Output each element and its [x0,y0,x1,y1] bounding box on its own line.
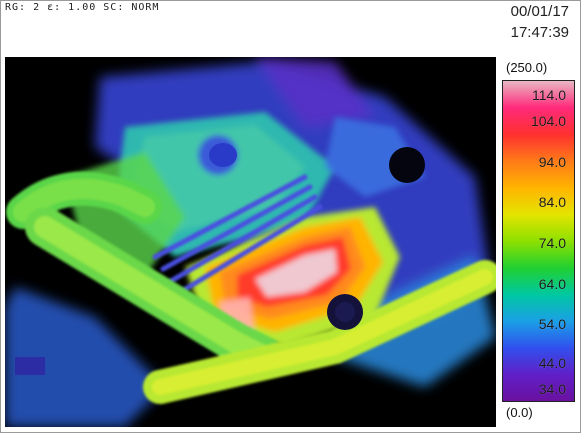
tick-label-84: 84.0 [538,194,566,210]
thermal-image-svg [5,57,496,427]
tick-label-34: 34.0 [538,381,566,397]
date-readout: 00/01/17 [510,3,569,20]
scale-range-min: (0.0) [506,405,533,420]
tick-label-104: 104.0 [530,113,566,129]
tick-label-114: 114.0 [532,87,566,103]
color-scale-bar: 114.0 104.0 94.0 84.0 74.0 64.0 54.0 44.… [502,80,575,402]
tick-label-54: 54.0 [538,316,566,332]
scale-range-max: (250.0) [506,60,548,75]
thermal-image [5,57,496,427]
tick-label-74: 74.0 [538,235,566,251]
camera-params: RG: 2 ε: 1.00 SC: NORM [5,2,160,13]
time-readout: 17:47:39 [510,24,569,41]
tick-label-94: 94.0 [538,154,566,170]
tick-label-44: 44.0 [538,355,566,371]
tick-label-64: 64.0 [538,276,566,292]
